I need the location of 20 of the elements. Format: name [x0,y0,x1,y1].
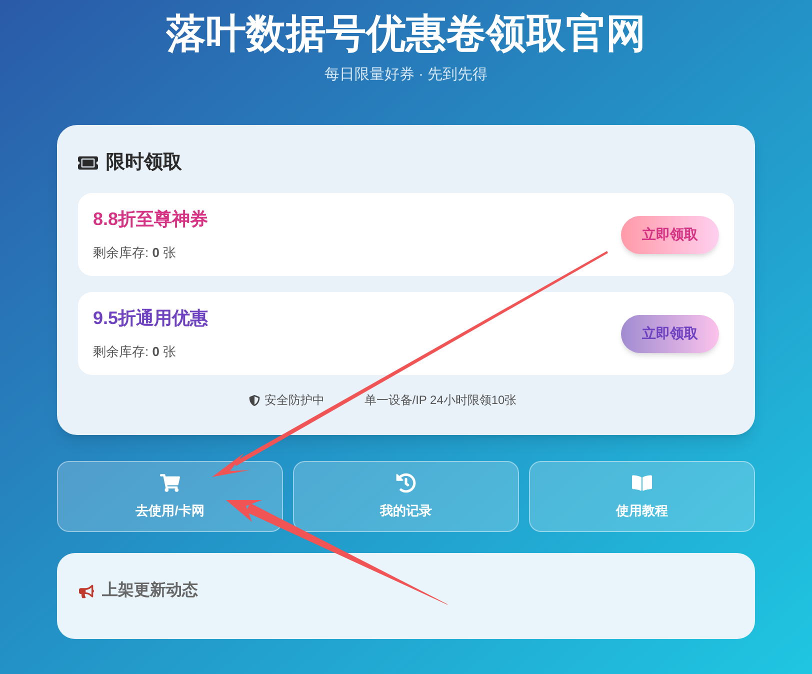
claim-button[interactable]: 立即领取 [621,314,719,352]
stock-text: 剩余库存: 0 张 [93,244,178,262]
coupon-title: 9.5折通用优惠 [93,307,208,330]
cart-icon [160,472,180,493]
page-subtitle: 每日限量好券 · 先到先得 [324,65,488,85]
page-title: 落叶数据号优惠卷领取官网 [166,11,646,58]
claim-button[interactable]: 立即领取 [621,216,719,254]
megaphone-icon [79,584,94,598]
section-heading: 限时领取 [106,150,182,174]
history-icon [396,472,416,493]
shield-icon [249,394,260,406]
action-button[interactable]: 使用教程 [529,461,755,532]
action-button[interactable]: 我的记录 [293,461,519,532]
coupon-title: 8.8折至尊神券 [93,208,208,232]
book-icon [632,472,652,493]
stock-text: 剩余库存: 0 张 [93,343,178,362]
security-notice: 安全防护中 [264,392,324,409]
security-notice: 单一设备/IP 24小时限领10张 [364,392,517,409]
action-button[interactable]: 去使用/卡网 [57,461,283,532]
section-heading: 上架更新动态 [102,580,198,601]
